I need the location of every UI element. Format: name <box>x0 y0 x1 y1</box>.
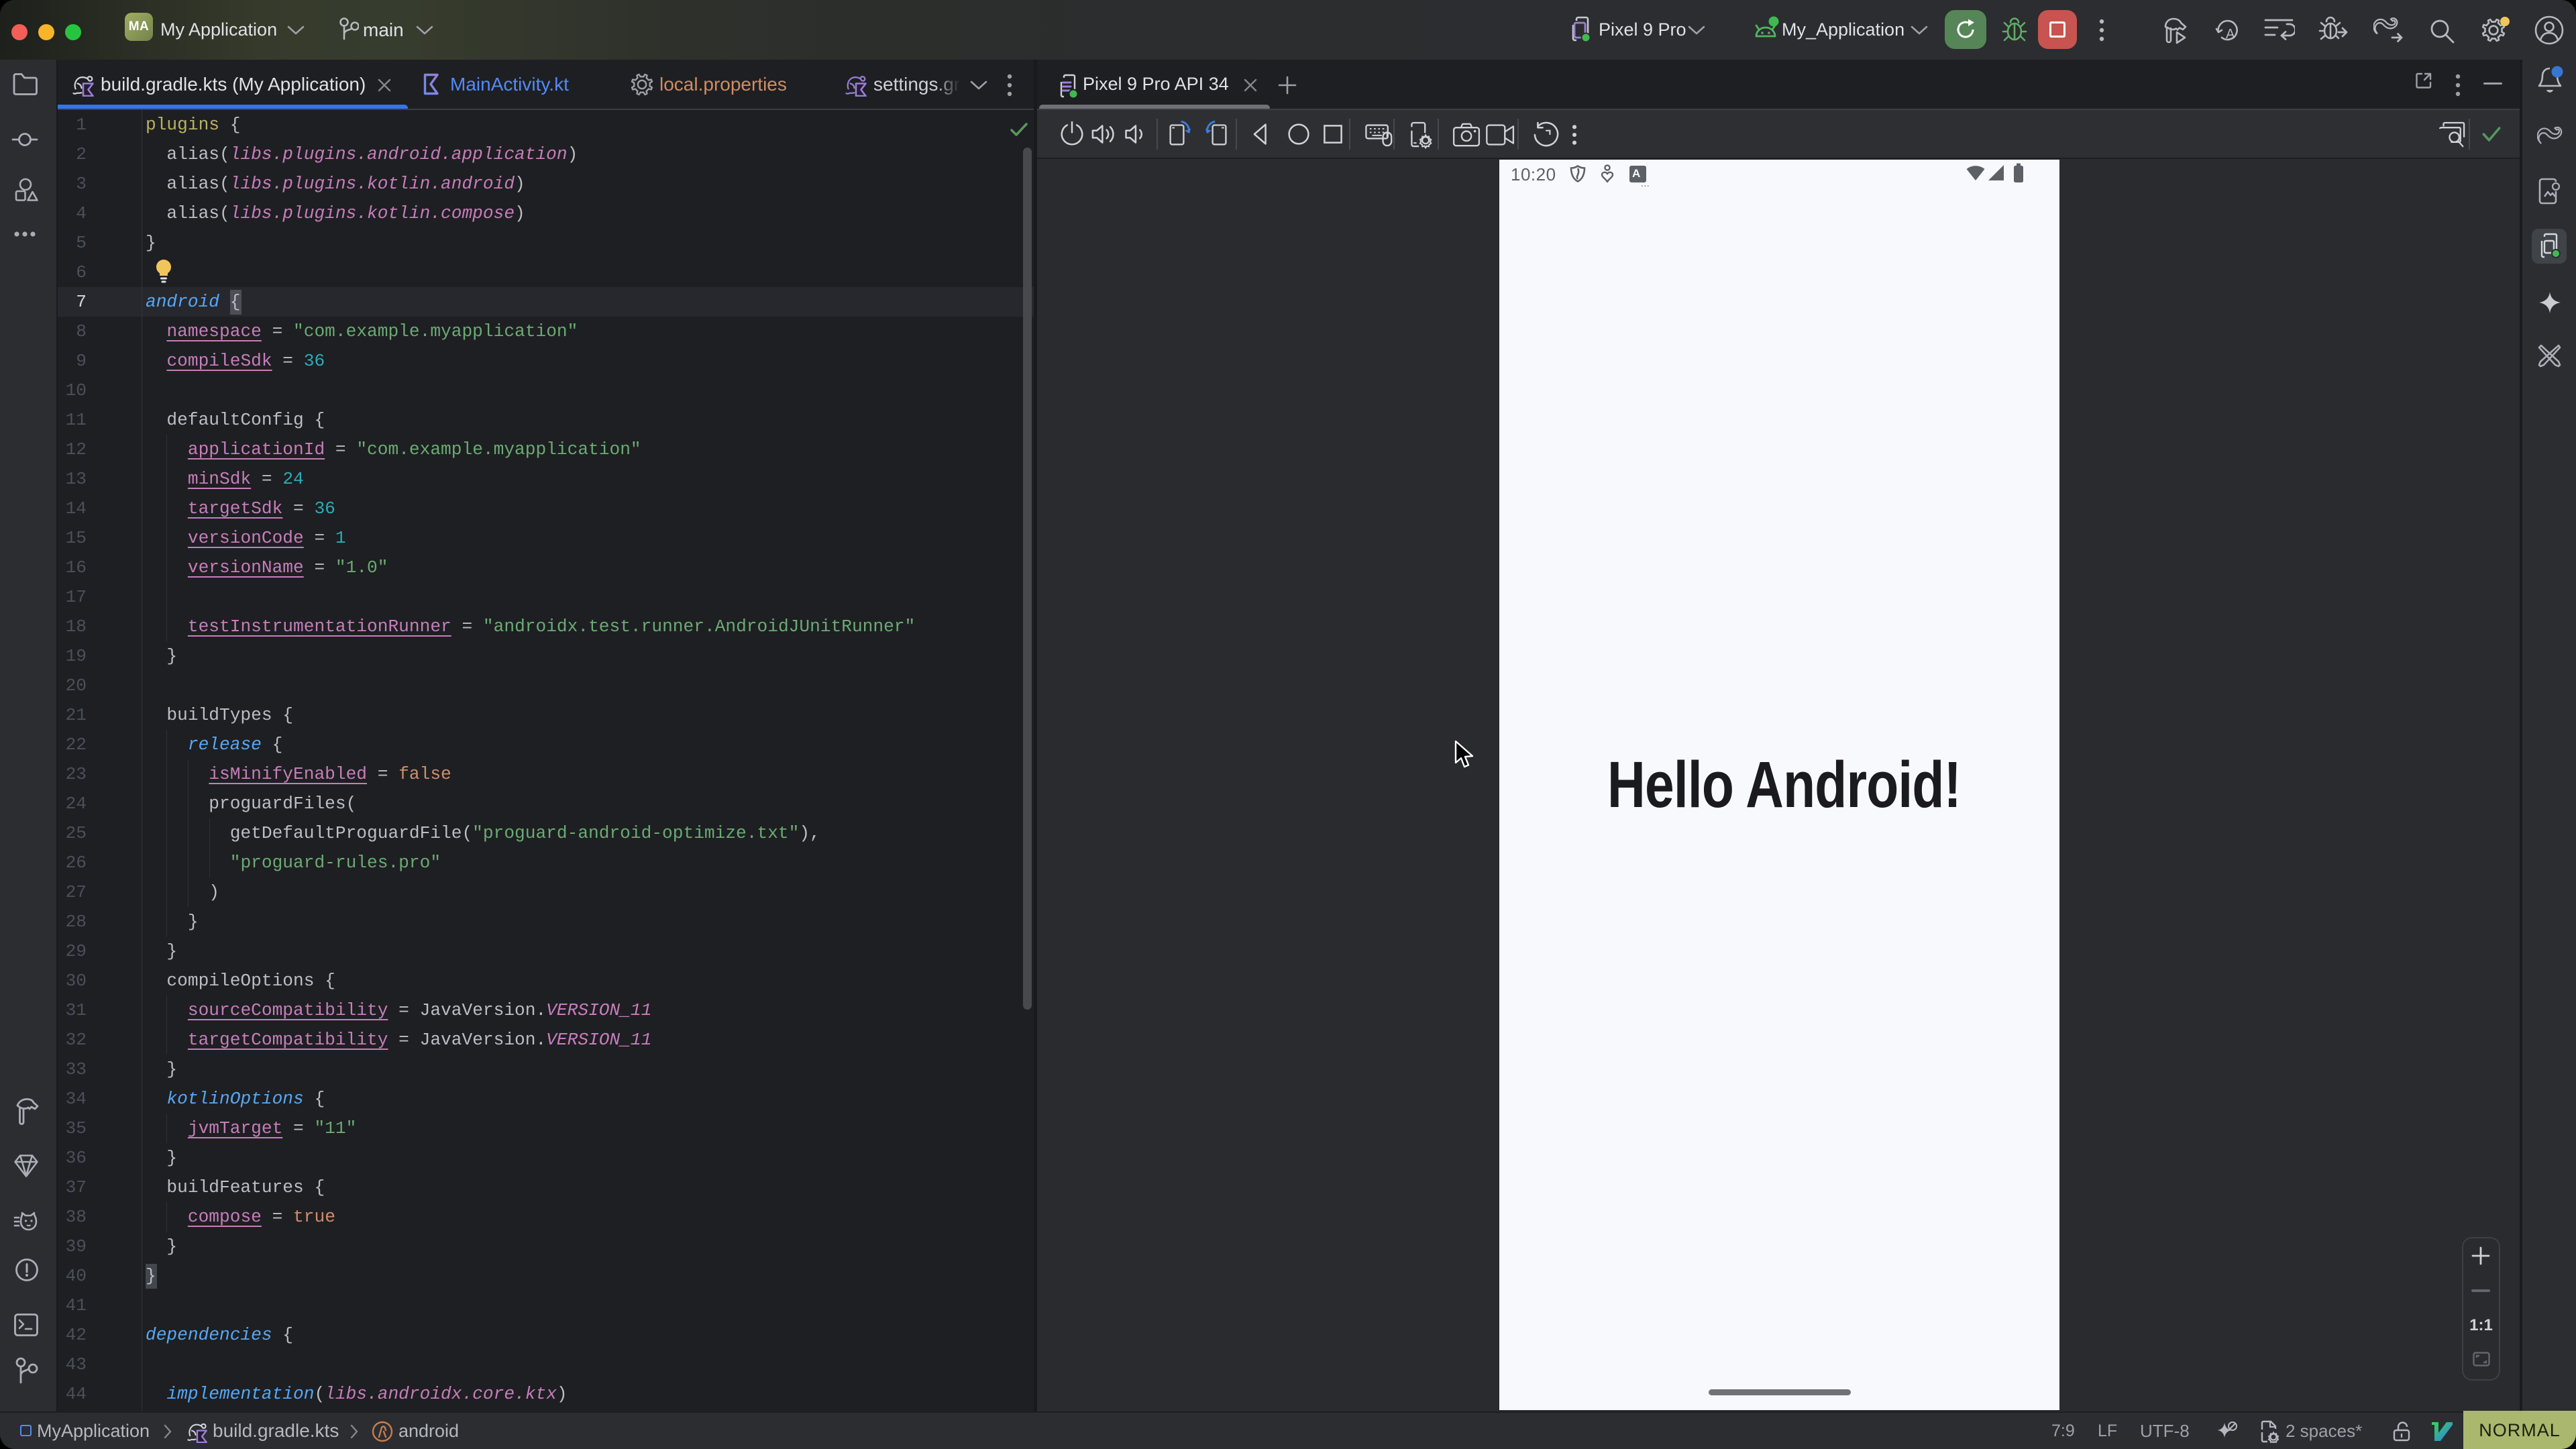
svg-text:A: A <box>2226 27 2235 42</box>
